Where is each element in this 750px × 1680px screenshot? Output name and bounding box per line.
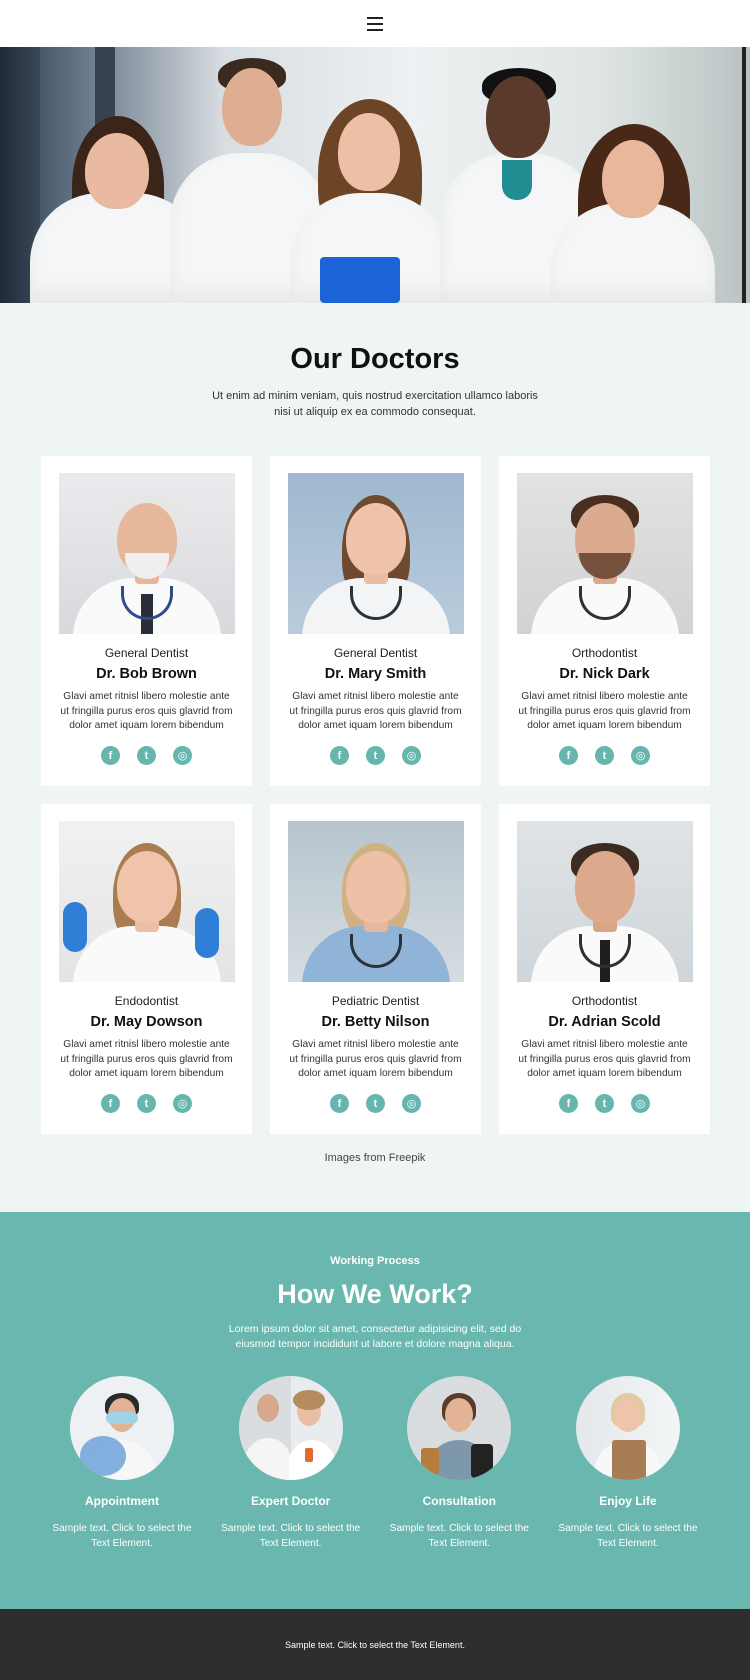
facebook-icon[interactable]: f	[559, 1094, 578, 1113]
doctor-specialty: Orthodontist	[571, 994, 638, 1008]
facebook-icon[interactable]: f	[101, 1094, 120, 1113]
process-section: Working Process How We Work? Lorem ipsum…	[0, 1212, 750, 1609]
facebook-icon[interactable]: f	[330, 1094, 349, 1113]
twitter-icon[interactable]: t	[595, 1094, 614, 1113]
process-step: Enjoy Life Sample text. Click to select …	[558, 1376, 698, 1551]
step-image	[238, 1376, 343, 1480]
step-title: Enjoy Life	[599, 1494, 657, 1508]
social-links: f t ◎	[516, 1094, 693, 1113]
facebook-icon[interactable]: f	[101, 746, 120, 765]
site-footer: Sample text. Click to select the Text El…	[0, 1609, 750, 1680]
step-title: Expert Doctor	[250, 1494, 331, 1508]
doctor-photo	[516, 473, 693, 634]
step-image	[407, 1376, 512, 1480]
doctor-name: Dr. Nick Dark	[559, 666, 650, 682]
doctor-description: Glavi amet ritnisl libero molestie ante …	[60, 691, 233, 731]
doctor-specialty: Endodontist	[114, 994, 179, 1008]
doctor-description: Glavi amet ritnisl libero molestie ante …	[60, 1039, 233, 1079]
doctor-photo	[287, 473, 464, 634]
doctor-card: Orthodontist Dr. Nick Dark Glavi amet ri…	[499, 456, 710, 786]
social-links: f t ◎	[58, 1094, 235, 1113]
twitter-icon[interactable]: t	[137, 1094, 156, 1113]
doctor-specialty: Pediatric Dentist	[331, 994, 420, 1008]
social-links: f t ◎	[516, 746, 693, 765]
doctor-name: Dr. Adrian Scold	[548, 1014, 661, 1030]
twitter-icon[interactable]: t	[595, 746, 614, 765]
doctor-card: General Dentist Dr. Bob Brown Glavi amet…	[41, 456, 252, 786]
doctor-specialty: Orthodontist	[571, 646, 638, 660]
step-image	[575, 1376, 680, 1480]
section-eyebrow: Working Process	[330, 1255, 420, 1267]
facebook-icon[interactable]: f	[330, 746, 349, 765]
instagram-icon[interactable]: ◎	[173, 746, 192, 765]
footer-text[interactable]: Sample text. Click to select the Text El…	[285, 1640, 465, 1650]
doctor-description: Glavi amet ritnisl libero molestie ante …	[289, 691, 462, 731]
twitter-icon[interactable]: t	[366, 746, 385, 765]
social-links: f t ◎	[287, 746, 464, 765]
doctor-card: Pediatric Dentist Dr. Betty Nilson Glavi…	[270, 804, 481, 1134]
doctors-section: Our Doctors Ut enim ad minim veniam, qui…	[0, 303, 750, 1212]
section-title: How We Work?	[277, 1279, 473, 1309]
social-links: f t ◎	[287, 1094, 464, 1113]
process-step: Expert Doctor Sample text. Click to sele…	[221, 1376, 361, 1551]
doctor-photo	[58, 473, 235, 634]
step-text[interactable]: Sample text. Click to select the Text El…	[389, 1522, 529, 1551]
doctor-specialty: General Dentist	[104, 646, 189, 660]
image-credit: Images from Freepik	[324, 1152, 426, 1164]
step-image	[70, 1376, 174, 1480]
doctor-name: Dr. May Dowson	[90, 1014, 203, 1030]
doctor-name: Dr. Betty Nilson	[321, 1014, 430, 1030]
instagram-icon[interactable]: ◎	[631, 746, 650, 765]
instagram-icon[interactable]: ◎	[402, 746, 421, 765]
step-text[interactable]: Sample text. Click to select the Text El…	[558, 1522, 698, 1551]
doctor-description: Glavi amet ritnisl libero molestie ante …	[518, 1039, 691, 1079]
section-title: Our Doctors	[290, 343, 460, 375]
process-steps: Appointment Sample text. Click to select…	[0, 1376, 750, 1551]
hamburger-icon[interactable]	[367, 16, 383, 31]
doctor-specialty: General Dentist	[333, 646, 418, 660]
doctor-card: General Dentist Dr. Mary Smith Glavi ame…	[270, 456, 481, 786]
site-header	[0, 0, 750, 47]
doctor-photo	[287, 821, 464, 982]
hero-image	[0, 47, 750, 303]
instagram-icon[interactable]: ◎	[173, 1094, 192, 1113]
step-text[interactable]: Sample text. Click to select the Text El…	[221, 1522, 361, 1551]
process-step: Appointment Sample text. Click to select…	[52, 1376, 192, 1551]
facebook-icon[interactable]: f	[559, 746, 578, 765]
section-subtitle: Ut enim ad minim veniam, quis nostrud ex…	[212, 390, 538, 418]
section-subtitle: Lorem ipsum dolor sit amet, consectetur …	[228, 1323, 522, 1350]
twitter-icon[interactable]: t	[137, 746, 156, 765]
social-links: f t ◎	[58, 746, 235, 765]
doctor-photo	[516, 821, 693, 982]
instagram-icon[interactable]: ◎	[631, 1094, 650, 1113]
step-title: Appointment	[85, 1494, 159, 1508]
doctor-card: Orthodontist Dr. Adrian Scold Glavi amet…	[499, 804, 710, 1134]
twitter-icon[interactable]: t	[366, 1094, 385, 1113]
doctor-photo	[58, 821, 235, 982]
instagram-icon[interactable]: ◎	[402, 1094, 421, 1113]
doctor-name: Dr. Bob Brown	[96, 666, 197, 682]
doctor-description: Glavi amet ritnisl libero molestie ante …	[289, 1039, 462, 1079]
process-step: Consultation Sample text. Click to selec…	[389, 1376, 529, 1551]
doctor-grid: General Dentist Dr. Bob Brown Glavi amet…	[41, 456, 710, 1134]
doctor-card: Endodontist Dr. May Dowson Glavi amet ri…	[41, 804, 252, 1134]
step-title: Consultation	[422, 1494, 496, 1508]
step-text[interactable]: Sample text. Click to select the Text El…	[52, 1522, 192, 1551]
doctor-description: Glavi amet ritnisl libero molestie ante …	[518, 691, 691, 731]
doctor-name: Dr. Mary Smith	[324, 666, 427, 682]
